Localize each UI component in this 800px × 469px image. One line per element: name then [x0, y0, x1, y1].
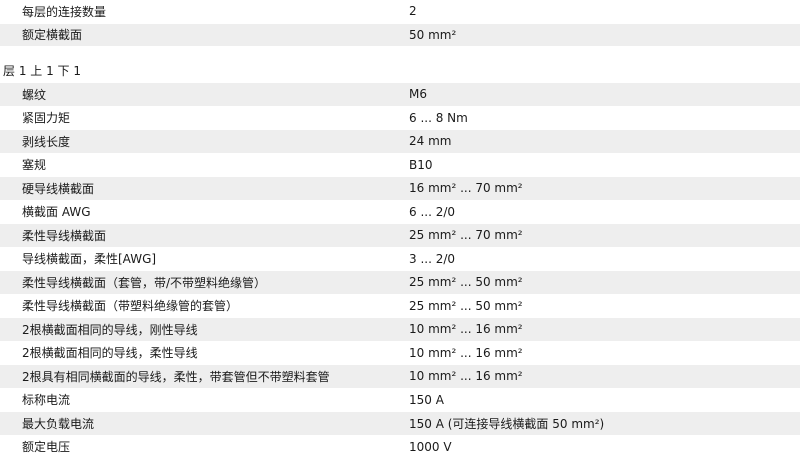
- spec-value: 6 ... 8 Nm: [409, 110, 468, 125]
- spec-value: 6 ... 2/0: [409, 204, 456, 219]
- spec-row: 硬导线横截面 16 mm² ... 70 mm²: [0, 177, 800, 201]
- spec-row: 柔性导线横截面 25 mm² ... 70 mm²: [0, 224, 800, 248]
- spec-table: 每层的连接数量 2 额定横截面 50 mm² 层 1 上 1 下 1 螺纹 M6 紧固力矩…: [0, 0, 800, 469]
- spec-label: 标称电流: [22, 393, 71, 408]
- spec-value: 10 mm² ... 16 mm²: [409, 345, 523, 360]
- spec-value: 50 mm²: [409, 27, 457, 42]
- spec-value: 25 mm² ... 50 mm²: [409, 298, 523, 313]
- spec-value: 25 mm² ... 70 mm²: [409, 228, 523, 243]
- spec-value: M6: [409, 87, 427, 102]
- spec-label: 2根具有相同横截面的导线，柔性，带套管但不带塑料套管: [22, 369, 330, 384]
- spec-value: 150 A: [409, 392, 444, 407]
- spec-label: 柔性导线横截面（带塑料绝缘管的套管）: [22, 299, 239, 314]
- spec-row: 塞规 B10: [0, 154, 800, 177]
- spec-row: 紧固力矩 6 ... 8 Nm: [0, 107, 800, 130]
- spec-label: 横截面 AWG: [22, 205, 91, 220]
- spec-label: 2根横截面相同的导线，柔性导线: [22, 346, 198, 361]
- spec-value: B10: [409, 157, 433, 172]
- spec-row: 2根横截面相同的导线，柔性导线 10 mm² ... 16 mm²: [0, 342, 800, 365]
- spec-label: 2根横截面相同的导线，刚性导线: [22, 322, 198, 337]
- spec-label: 紧固力矩: [22, 111, 71, 126]
- spec-value: 10 mm² ... 16 mm²: [409, 369, 523, 384]
- section-title: 层 1 上 1 下 1: [3, 64, 81, 78]
- spec-row: 剥线长度 24 mm: [0, 130, 800, 154]
- spec-row: 柔性导线横截面（套管，带/不带塑料绝缘管） 25 mm² ... 50 mm²: [0, 271, 800, 295]
- spec-label: 柔性导线横截面（套管，带/不带塑料绝缘管）: [22, 275, 267, 290]
- spec-row: 最大负载电流 150 A (可连接导线横截面 50 mm²): [0, 412, 800, 436]
- spec-row: 柔性导线横截面（带塑料绝缘管的套管） 25 mm² ... 50 mm²: [0, 295, 800, 318]
- spec-value: 24 mm: [409, 134, 452, 149]
- spec-value: 1000 V: [409, 439, 452, 454]
- spec-row: 2根具有相同横截面的导线，柔性，带套管但不带塑料套管 10 mm² ... 16 …: [0, 365, 800, 389]
- spec-row: 额定横截面 50 mm²: [0, 23, 800, 47]
- spec-row: 螺纹 M6: [0, 83, 800, 107]
- spec-label: 塞规: [22, 158, 47, 173]
- spec-value: 10 mm² ... 16 mm²: [409, 322, 523, 337]
- spec-value: 16 mm² ... 70 mm²: [409, 181, 523, 196]
- spec-row: 每层的连接数量 2: [0, 0, 800, 24]
- spec-value: 150 A (可连接导线横截面 50 mm²): [409, 416, 605, 431]
- spec-row: 横截面 AWG 6 ... 2/0: [0, 201, 800, 224]
- spec-row: 导线横截面，柔性[AWG] 3 ... 2/0: [0, 248, 800, 271]
- spec-label: 硬导线横截面: [22, 181, 95, 196]
- spec-label: 柔性导线横截面: [22, 228, 107, 243]
- spec-label: 最大负载电流: [22, 416, 95, 431]
- spec-label: 导线横截面，柔性[AWG]: [22, 252, 157, 267]
- spec-label: 螺纹: [22, 87, 47, 102]
- spec-value: 25 mm² ... 50 mm²: [409, 275, 523, 290]
- spec-label: 额定横截面: [22, 28, 83, 43]
- spec-row: 额定电压 1000 V: [0, 436, 800, 459]
- spec-label: 剥线长度: [22, 134, 71, 149]
- spec-label: 额定电压: [22, 440, 71, 455]
- spec-value: 2: [409, 4, 417, 19]
- cut-off-row: [0, 459, 800, 469]
- spec-label: 每层的连接数量: [22, 4, 107, 19]
- spec-row: 2根横截面相同的导线，刚性导线 10 mm² ... 16 mm²: [0, 318, 800, 342]
- spec-table-main: 螺纹 M6 紧固力矩 6 ... 8 Nm 剥线长度 24 mm 塞规 B10 硬导线横截面 16…: [0, 83, 800, 459]
- spec-value: 3 ... 2/0: [409, 251, 456, 266]
- spec-table-top: 每层的连接数量 2 额定横截面 50 mm²: [0, 0, 800, 47]
- spec-row: 标称电流 150 A: [0, 389, 800, 412]
